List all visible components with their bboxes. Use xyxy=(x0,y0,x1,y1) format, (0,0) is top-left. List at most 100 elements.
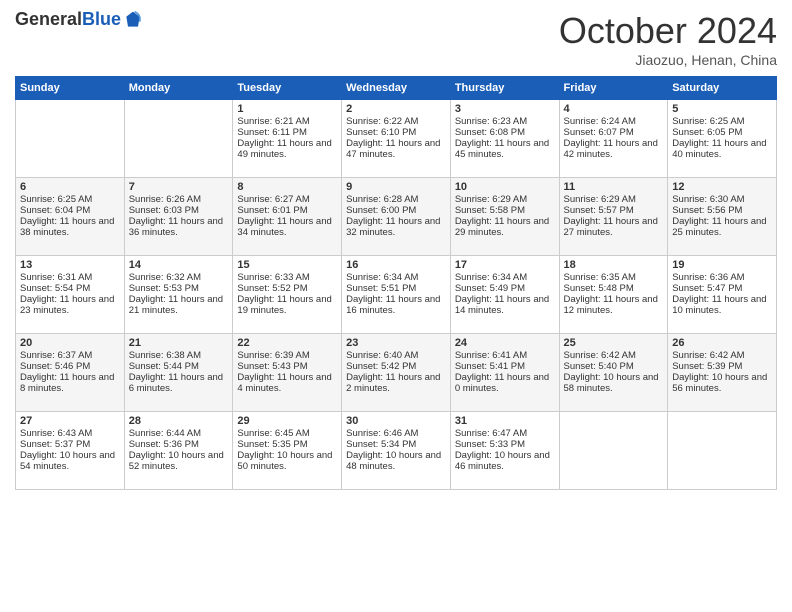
calendar-cell: 31Sunrise: 6:47 AMSunset: 5:33 PMDayligh… xyxy=(450,412,559,490)
day-header-monday: Monday xyxy=(124,77,233,100)
daylight-text: Daylight: 11 hours and 21 minutes. xyxy=(129,294,229,316)
calendar-cell xyxy=(124,100,233,178)
calendar-cell: 6Sunrise: 6:25 AMSunset: 6:04 PMDaylight… xyxy=(16,178,125,256)
day-number: 7 xyxy=(129,181,229,193)
calendar-cell: 28Sunrise: 6:44 AMSunset: 5:36 PMDayligh… xyxy=(124,412,233,490)
location: Jiaozuo, Henan, China xyxy=(559,52,777,68)
calendar-cell: 14Sunrise: 6:32 AMSunset: 5:53 PMDayligh… xyxy=(124,256,233,334)
day-number: 19 xyxy=(672,259,772,271)
day-number: 2 xyxy=(346,103,446,115)
daylight-text: Daylight: 11 hours and 23 minutes. xyxy=(20,294,120,316)
daylight-text: Daylight: 11 hours and 42 minutes. xyxy=(564,138,664,160)
sunset-text: Sunset: 5:54 PM xyxy=(20,283,120,294)
calendar-cell: 13Sunrise: 6:31 AMSunset: 5:54 PMDayligh… xyxy=(16,256,125,334)
sunrise-text: Sunrise: 6:34 AM xyxy=(346,272,446,283)
calendar-cell xyxy=(559,412,668,490)
sunrise-text: Sunrise: 6:25 AM xyxy=(20,194,120,205)
sunrise-text: Sunrise: 6:22 AM xyxy=(346,116,446,127)
calendar-cell: 1Sunrise: 6:21 AMSunset: 6:11 PMDaylight… xyxy=(233,100,342,178)
sunset-text: Sunset: 5:42 PM xyxy=(346,361,446,372)
sunrise-text: Sunrise: 6:25 AM xyxy=(672,116,772,127)
sunset-text: Sunset: 5:37 PM xyxy=(20,439,120,450)
sunrise-text: Sunrise: 6:35 AM xyxy=(564,272,664,283)
sunset-text: Sunset: 5:33 PM xyxy=(455,439,555,450)
calendar-cell: 19Sunrise: 6:36 AMSunset: 5:47 PMDayligh… xyxy=(668,256,777,334)
day-number: 12 xyxy=(672,181,772,193)
calendar-cell: 10Sunrise: 6:29 AMSunset: 5:58 PMDayligh… xyxy=(450,178,559,256)
sunset-text: Sunset: 6:11 PM xyxy=(237,127,337,138)
daylight-text: Daylight: 11 hours and 36 minutes. xyxy=(129,216,229,238)
calendar-week-1: 1Sunrise: 6:21 AMSunset: 6:11 PMDaylight… xyxy=(16,100,777,178)
sunrise-text: Sunrise: 6:37 AM xyxy=(20,350,120,361)
daylight-text: Daylight: 11 hours and 49 minutes. xyxy=(237,138,337,160)
day-number: 20 xyxy=(20,337,120,349)
sunset-text: Sunset: 5:44 PM xyxy=(129,361,229,372)
day-number: 14 xyxy=(129,259,229,271)
calendar-cell: 3Sunrise: 6:23 AMSunset: 6:08 PMDaylight… xyxy=(450,100,559,178)
day-number: 28 xyxy=(129,415,229,427)
calendar-cell: 26Sunrise: 6:42 AMSunset: 5:39 PMDayligh… xyxy=(668,334,777,412)
sunset-text: Sunset: 5:48 PM xyxy=(564,283,664,294)
sunset-text: Sunset: 6:05 PM xyxy=(672,127,772,138)
day-header-tuesday: Tuesday xyxy=(233,77,342,100)
calendar-week-4: 20Sunrise: 6:37 AMSunset: 5:46 PMDayligh… xyxy=(16,334,777,412)
sunrise-text: Sunrise: 6:40 AM xyxy=(346,350,446,361)
day-number: 5 xyxy=(672,103,772,115)
daylight-text: Daylight: 11 hours and 38 minutes. xyxy=(20,216,120,238)
calendar-cell: 24Sunrise: 6:41 AMSunset: 5:41 PMDayligh… xyxy=(450,334,559,412)
sunrise-text: Sunrise: 6:46 AM xyxy=(346,428,446,439)
sunset-text: Sunset: 5:58 PM xyxy=(455,205,555,216)
daylight-text: Daylight: 11 hours and 19 minutes. xyxy=(237,294,337,316)
sunrise-text: Sunrise: 6:43 AM xyxy=(20,428,120,439)
calendar-cell: 4Sunrise: 6:24 AMSunset: 6:07 PMDaylight… xyxy=(559,100,668,178)
daylight-text: Daylight: 11 hours and 14 minutes. xyxy=(455,294,555,316)
day-number: 24 xyxy=(455,337,555,349)
sunrise-text: Sunrise: 6:30 AM xyxy=(672,194,772,205)
calendar-cell: 2Sunrise: 6:22 AMSunset: 6:10 PMDaylight… xyxy=(342,100,451,178)
sunrise-text: Sunrise: 6:26 AM xyxy=(129,194,229,205)
sunset-text: Sunset: 5:51 PM xyxy=(346,283,446,294)
calendar-cell: 8Sunrise: 6:27 AMSunset: 6:01 PMDaylight… xyxy=(233,178,342,256)
day-number: 27 xyxy=(20,415,120,427)
sunset-text: Sunset: 5:41 PM xyxy=(455,361,555,372)
sunrise-text: Sunrise: 6:28 AM xyxy=(346,194,446,205)
daylight-text: Daylight: 11 hours and 12 minutes. xyxy=(564,294,664,316)
daylight-text: Daylight: 10 hours and 50 minutes. xyxy=(237,450,337,472)
sunset-text: Sunset: 5:35 PM xyxy=(237,439,337,450)
sunrise-text: Sunrise: 6:42 AM xyxy=(672,350,772,361)
day-number: 3 xyxy=(455,103,555,115)
sunrise-text: Sunrise: 6:27 AM xyxy=(237,194,337,205)
day-number: 13 xyxy=(20,259,120,271)
sunrise-text: Sunrise: 6:45 AM xyxy=(237,428,337,439)
day-number: 11 xyxy=(564,181,664,193)
calendar-cell: 27Sunrise: 6:43 AMSunset: 5:37 PMDayligh… xyxy=(16,412,125,490)
day-number: 21 xyxy=(129,337,229,349)
calendar-cell xyxy=(668,412,777,490)
day-number: 31 xyxy=(455,415,555,427)
daylight-text: Daylight: 11 hours and 27 minutes. xyxy=(564,216,664,238)
daylight-text: Daylight: 10 hours and 56 minutes. xyxy=(672,372,772,394)
sunrise-text: Sunrise: 6:44 AM xyxy=(129,428,229,439)
sunrise-text: Sunrise: 6:39 AM xyxy=(237,350,337,361)
sunset-text: Sunset: 5:36 PM xyxy=(129,439,229,450)
calendar-cell: 21Sunrise: 6:38 AMSunset: 5:44 PMDayligh… xyxy=(124,334,233,412)
sunrise-text: Sunrise: 6:29 AM xyxy=(455,194,555,205)
sunset-text: Sunset: 5:56 PM xyxy=(672,205,772,216)
logo-blue: Blue xyxy=(82,9,121,29)
day-number: 30 xyxy=(346,415,446,427)
day-number: 18 xyxy=(564,259,664,271)
sunrise-text: Sunrise: 6:38 AM xyxy=(129,350,229,361)
logo: GeneralBlue xyxy=(15,10,143,30)
sunset-text: Sunset: 5:39 PM xyxy=(672,361,772,372)
sunrise-text: Sunrise: 6:29 AM xyxy=(564,194,664,205)
sunrise-text: Sunrise: 6:24 AM xyxy=(564,116,664,127)
daylight-text: Daylight: 10 hours and 46 minutes. xyxy=(455,450,555,472)
daylight-text: Daylight: 11 hours and 16 minutes. xyxy=(346,294,446,316)
daylight-text: Daylight: 11 hours and 6 minutes. xyxy=(129,372,229,394)
sunset-text: Sunset: 6:08 PM xyxy=(455,127,555,138)
daylight-text: Daylight: 11 hours and 47 minutes. xyxy=(346,138,446,160)
calendar-cell: 5Sunrise: 6:25 AMSunset: 6:05 PMDaylight… xyxy=(668,100,777,178)
day-header-wednesday: Wednesday xyxy=(342,77,451,100)
sunset-text: Sunset: 6:07 PM xyxy=(564,127,664,138)
sunset-text: Sunset: 5:40 PM xyxy=(564,361,664,372)
